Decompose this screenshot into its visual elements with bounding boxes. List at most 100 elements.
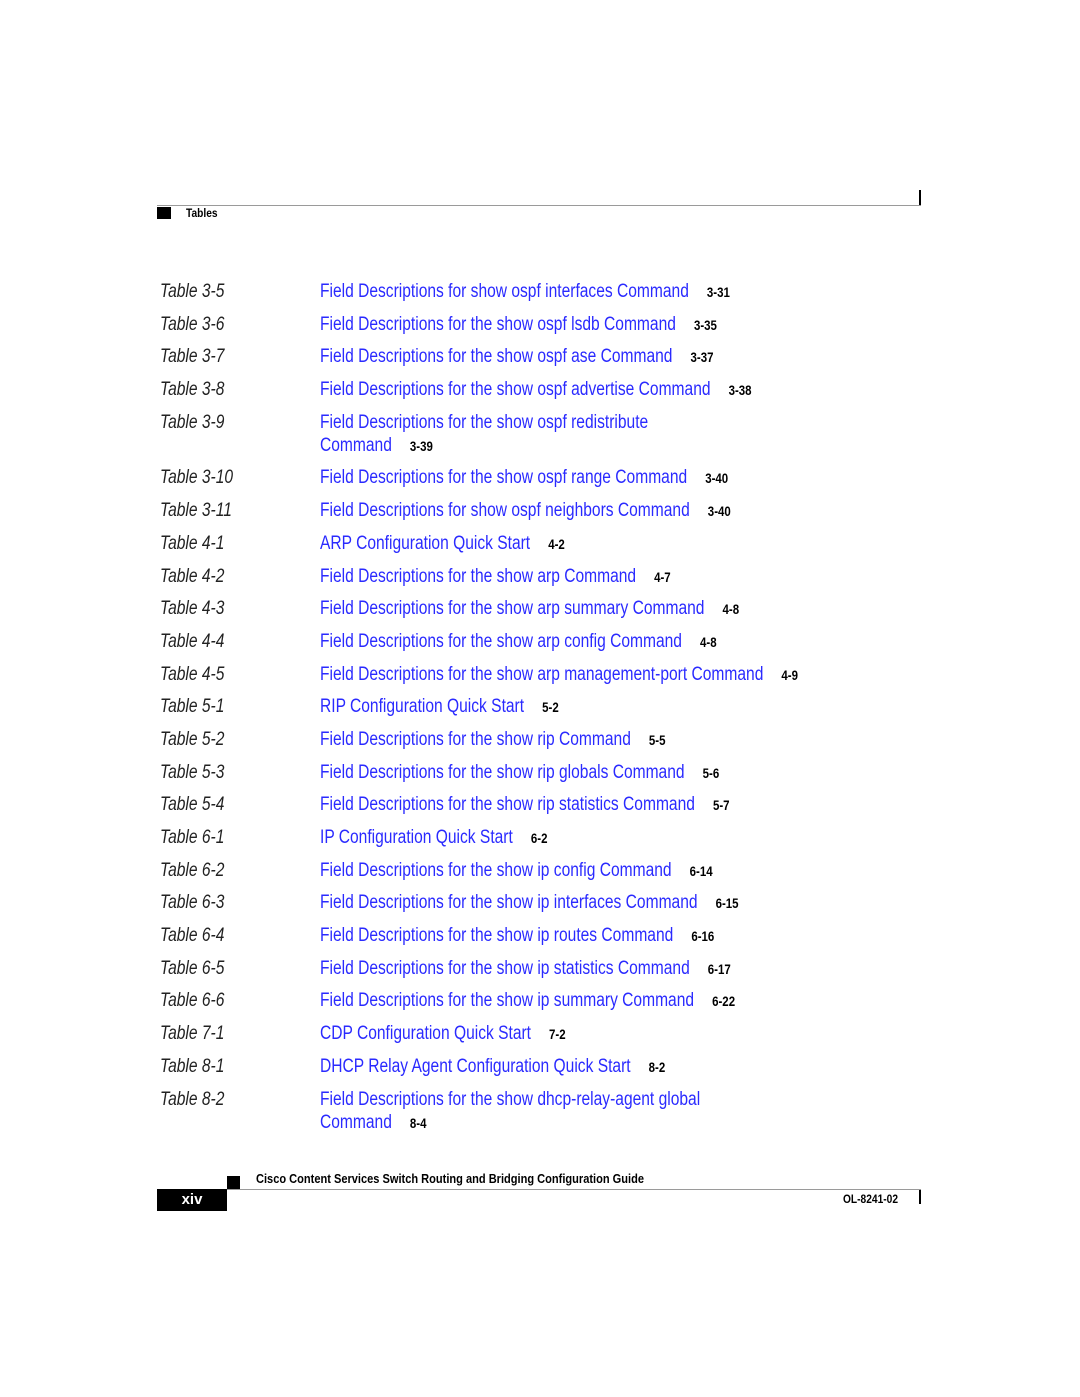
entry-text: Field Descriptions for the show ospf red… (320, 411, 880, 458)
table-title-link[interactable]: Field Descriptions for the show ip confi… (320, 860, 672, 881)
table-title-link[interactable]: RIP Configuration Quick Start (320, 696, 524, 717)
page-reference[interactable]: 4-8 (700, 634, 717, 650)
table-title-link[interactable]: Field Descriptions for the show ip inter… (320, 892, 698, 913)
table-title-link[interactable]: Field Descriptions for the show ip summa… (320, 990, 694, 1011)
toc-entry: Table 4-2 Field Descriptions for the show… (160, 565, 920, 589)
entry-inner: Field Descriptions for the show dhcp-rel… (320, 1088, 700, 1135)
table-label: Table 3-10 (160, 467, 234, 489)
page-reference[interactable]: 6-2 (531, 830, 548, 846)
entry-text: Field Descriptions for the show arp summ… (320, 597, 880, 621)
table-title-link[interactable]: Field Descriptions for the show arp summ… (320, 598, 704, 619)
table-title-link[interactable]: Field Descriptions for the show rip Comm… (320, 729, 631, 750)
book-title: Cisco Content Services Switch Routing an… (256, 1171, 644, 1186)
table-label: Table 3-11 (160, 500, 232, 522)
page-reference[interactable]: 5-7 (713, 797, 730, 813)
toc-entry: Table 6-3 Field Descriptions for the show… (160, 891, 920, 915)
page-reference[interactable]: 3-31 (707, 284, 730, 300)
page-reference[interactable]: 3-39 (410, 438, 433, 454)
page-reference[interactable]: 4-9 (781, 667, 798, 683)
table-title-link[interactable]: Field Descriptions for the show ospf adv… (320, 379, 711, 400)
page-reference[interactable]: 8-2 (649, 1059, 666, 1075)
entry-text: ARP Configuration Quick Start 4-2 (320, 532, 880, 556)
toc-entry: Table 5-2 Field Descriptions for the show… (160, 728, 920, 752)
table-title-link[interactable]: Field Descriptions for the show arp mana… (320, 664, 763, 685)
table-title-link[interactable]: IP Configuration Quick Start (320, 827, 513, 848)
table-label: Table 4-1 (160, 532, 225, 554)
table-title-link[interactable]: Field Descriptions for the show ospf lsd… (320, 314, 676, 335)
page-reference[interactable]: 3-35 (694, 317, 717, 333)
table-title-link[interactable]: Field Descriptions for the show arp conf… (320, 631, 682, 652)
page-number: xiv (157, 1189, 227, 1211)
page-reference[interactable]: 3-40 (705, 470, 728, 486)
table-title-link[interactable]: Field Descriptions for the show ip stati… (320, 958, 690, 979)
table-label: Table 5-4 (160, 794, 225, 816)
entry-text: Field Descriptions for the show ip summa… (320, 989, 880, 1013)
table-label: Table 5-2 (160, 728, 225, 750)
toc-entry: Table 3-9 Field Descriptions for the show… (160, 411, 920, 458)
page-reference[interactable]: 4-2 (548, 536, 565, 552)
table-title-link[interactable]: Field Descriptions for the show dhcp-rel… (320, 1089, 700, 1110)
table-label: Table 4-2 (160, 565, 225, 587)
table-label: Table 4-5 (160, 663, 225, 685)
table-label: Table 3-5 (160, 281, 225, 302)
entry-text: Field Descriptions for show ospf neighbo… (320, 499, 880, 523)
toc-entry: Table 3-7 Field Descriptions for the show… (160, 345, 920, 369)
page-reference[interactable]: 6-17 (708, 961, 731, 977)
table-title-link[interactable]: Field Descriptions for the show ospf red… (320, 412, 648, 433)
footer-square-marker (227, 1176, 240, 1189)
table-label: Table 4-4 (160, 630, 225, 652)
table-label: Table 3-7 (160, 346, 225, 368)
table-label: Table 5-3 (160, 761, 225, 783)
table-label: Table 7-1 (160, 1023, 225, 1045)
toc-entry: Table 4-4 Field Descriptions for the show… (160, 630, 920, 654)
page-reference[interactable]: 5-2 (542, 699, 559, 715)
entry-inner: Field Descriptions for the show arp summ… (320, 597, 739, 621)
entry-text: Field Descriptions for the show arp conf… (320, 630, 880, 654)
toc-entry: Table 6-1 IP Configuration Quick Start 6-2 (160, 826, 920, 850)
page-reference[interactable]: 3-40 (708, 503, 731, 519)
page-reference[interactable]: 3-37 (690, 349, 713, 365)
entry-inner: Field Descriptions for the show ospf adv… (320, 378, 752, 402)
entry-text: Field Descriptions for the show ip inter… (320, 891, 880, 915)
entry-inner: Field Descriptions for the show ospf ase… (320, 345, 713, 369)
entry-text: Field Descriptions for the show ip stati… (320, 957, 880, 981)
entry-inner: Field Descriptions for the show ospf red… (320, 411, 648, 458)
table-title-link-continued[interactable]: Command (320, 435, 392, 456)
toc-entry: Table 8-1 DHCP Relay Agent Configuration … (160, 1055, 920, 1079)
page-reference[interactable]: 4-8 (722, 601, 739, 617)
table-label: Table 6-6 (160, 990, 225, 1012)
page-reference[interactable]: 7-2 (549, 1026, 566, 1042)
page-reference[interactable]: 8-4 (410, 1115, 427, 1131)
table-title-link[interactable]: Field Descriptions for the show arp Comm… (320, 566, 636, 587)
entry-inner: Field Descriptions for show ospf neighbo… (320, 499, 731, 523)
table-of-contents-list: Table 3-5 Field Descriptions for show osp… (160, 280, 920, 1143)
table-title-link[interactable]: ARP Configuration Quick Start (320, 533, 530, 554)
table-title-link[interactable]: Field Descriptions for the show ip route… (320, 925, 673, 946)
entry-inner: Field Descriptions for the show ip confi… (320, 859, 713, 883)
entry-text: CDP Configuration Quick Start 7-2 (320, 1022, 880, 1046)
table-label: Table 6-5 (160, 957, 225, 979)
page-reference[interactable]: 6-14 (690, 863, 713, 879)
page-reference[interactable]: 5-5 (649, 732, 666, 748)
page-reference[interactable]: 5-6 (703, 765, 720, 781)
table-title-link[interactable]: CDP Configuration Quick Start (320, 1023, 531, 1044)
table-title-link-continued[interactable]: Command (320, 1112, 392, 1133)
entry-inner: Field Descriptions for the show ospf ran… (320, 466, 728, 490)
table-label: Table 8-1 (160, 1055, 225, 1077)
toc-entry: Table 6-4 Field Descriptions for the show… (160, 924, 920, 948)
table-title-link[interactable]: Field Descriptions for the show rip stat… (320, 794, 695, 815)
table-title-link[interactable]: Field Descriptions for show ospf neighbo… (320, 500, 690, 521)
table-title-link[interactable]: DHCP Relay Agent Configuration Quick Sta… (320, 1056, 631, 1077)
page-reference[interactable]: 3-38 (729, 382, 752, 398)
page-reference[interactable]: 4-7 (654, 569, 671, 585)
table-title-link[interactable]: Field Descriptions for the show ospf ran… (320, 467, 687, 488)
table-title-link[interactable]: Field Descriptions for the show ospf ase… (320, 346, 672, 367)
entry-inner: IP Configuration Quick Start 6-2 (320, 826, 547, 850)
page-reference[interactable]: 6-15 (716, 895, 739, 911)
table-title-link[interactable]: Field Descriptions for the show rip glob… (320, 762, 685, 783)
page-reference[interactable]: 6-16 (691, 928, 714, 944)
page-reference[interactable]: 6-22 (712, 993, 735, 1009)
toc-entry: Table 3-11 Field Descriptions for show os… (160, 499, 920, 523)
table-title-link[interactable]: Field Descriptions for show ospf interfa… (320, 281, 689, 302)
entry-text: Field Descriptions for the show rip Comm… (320, 728, 880, 752)
